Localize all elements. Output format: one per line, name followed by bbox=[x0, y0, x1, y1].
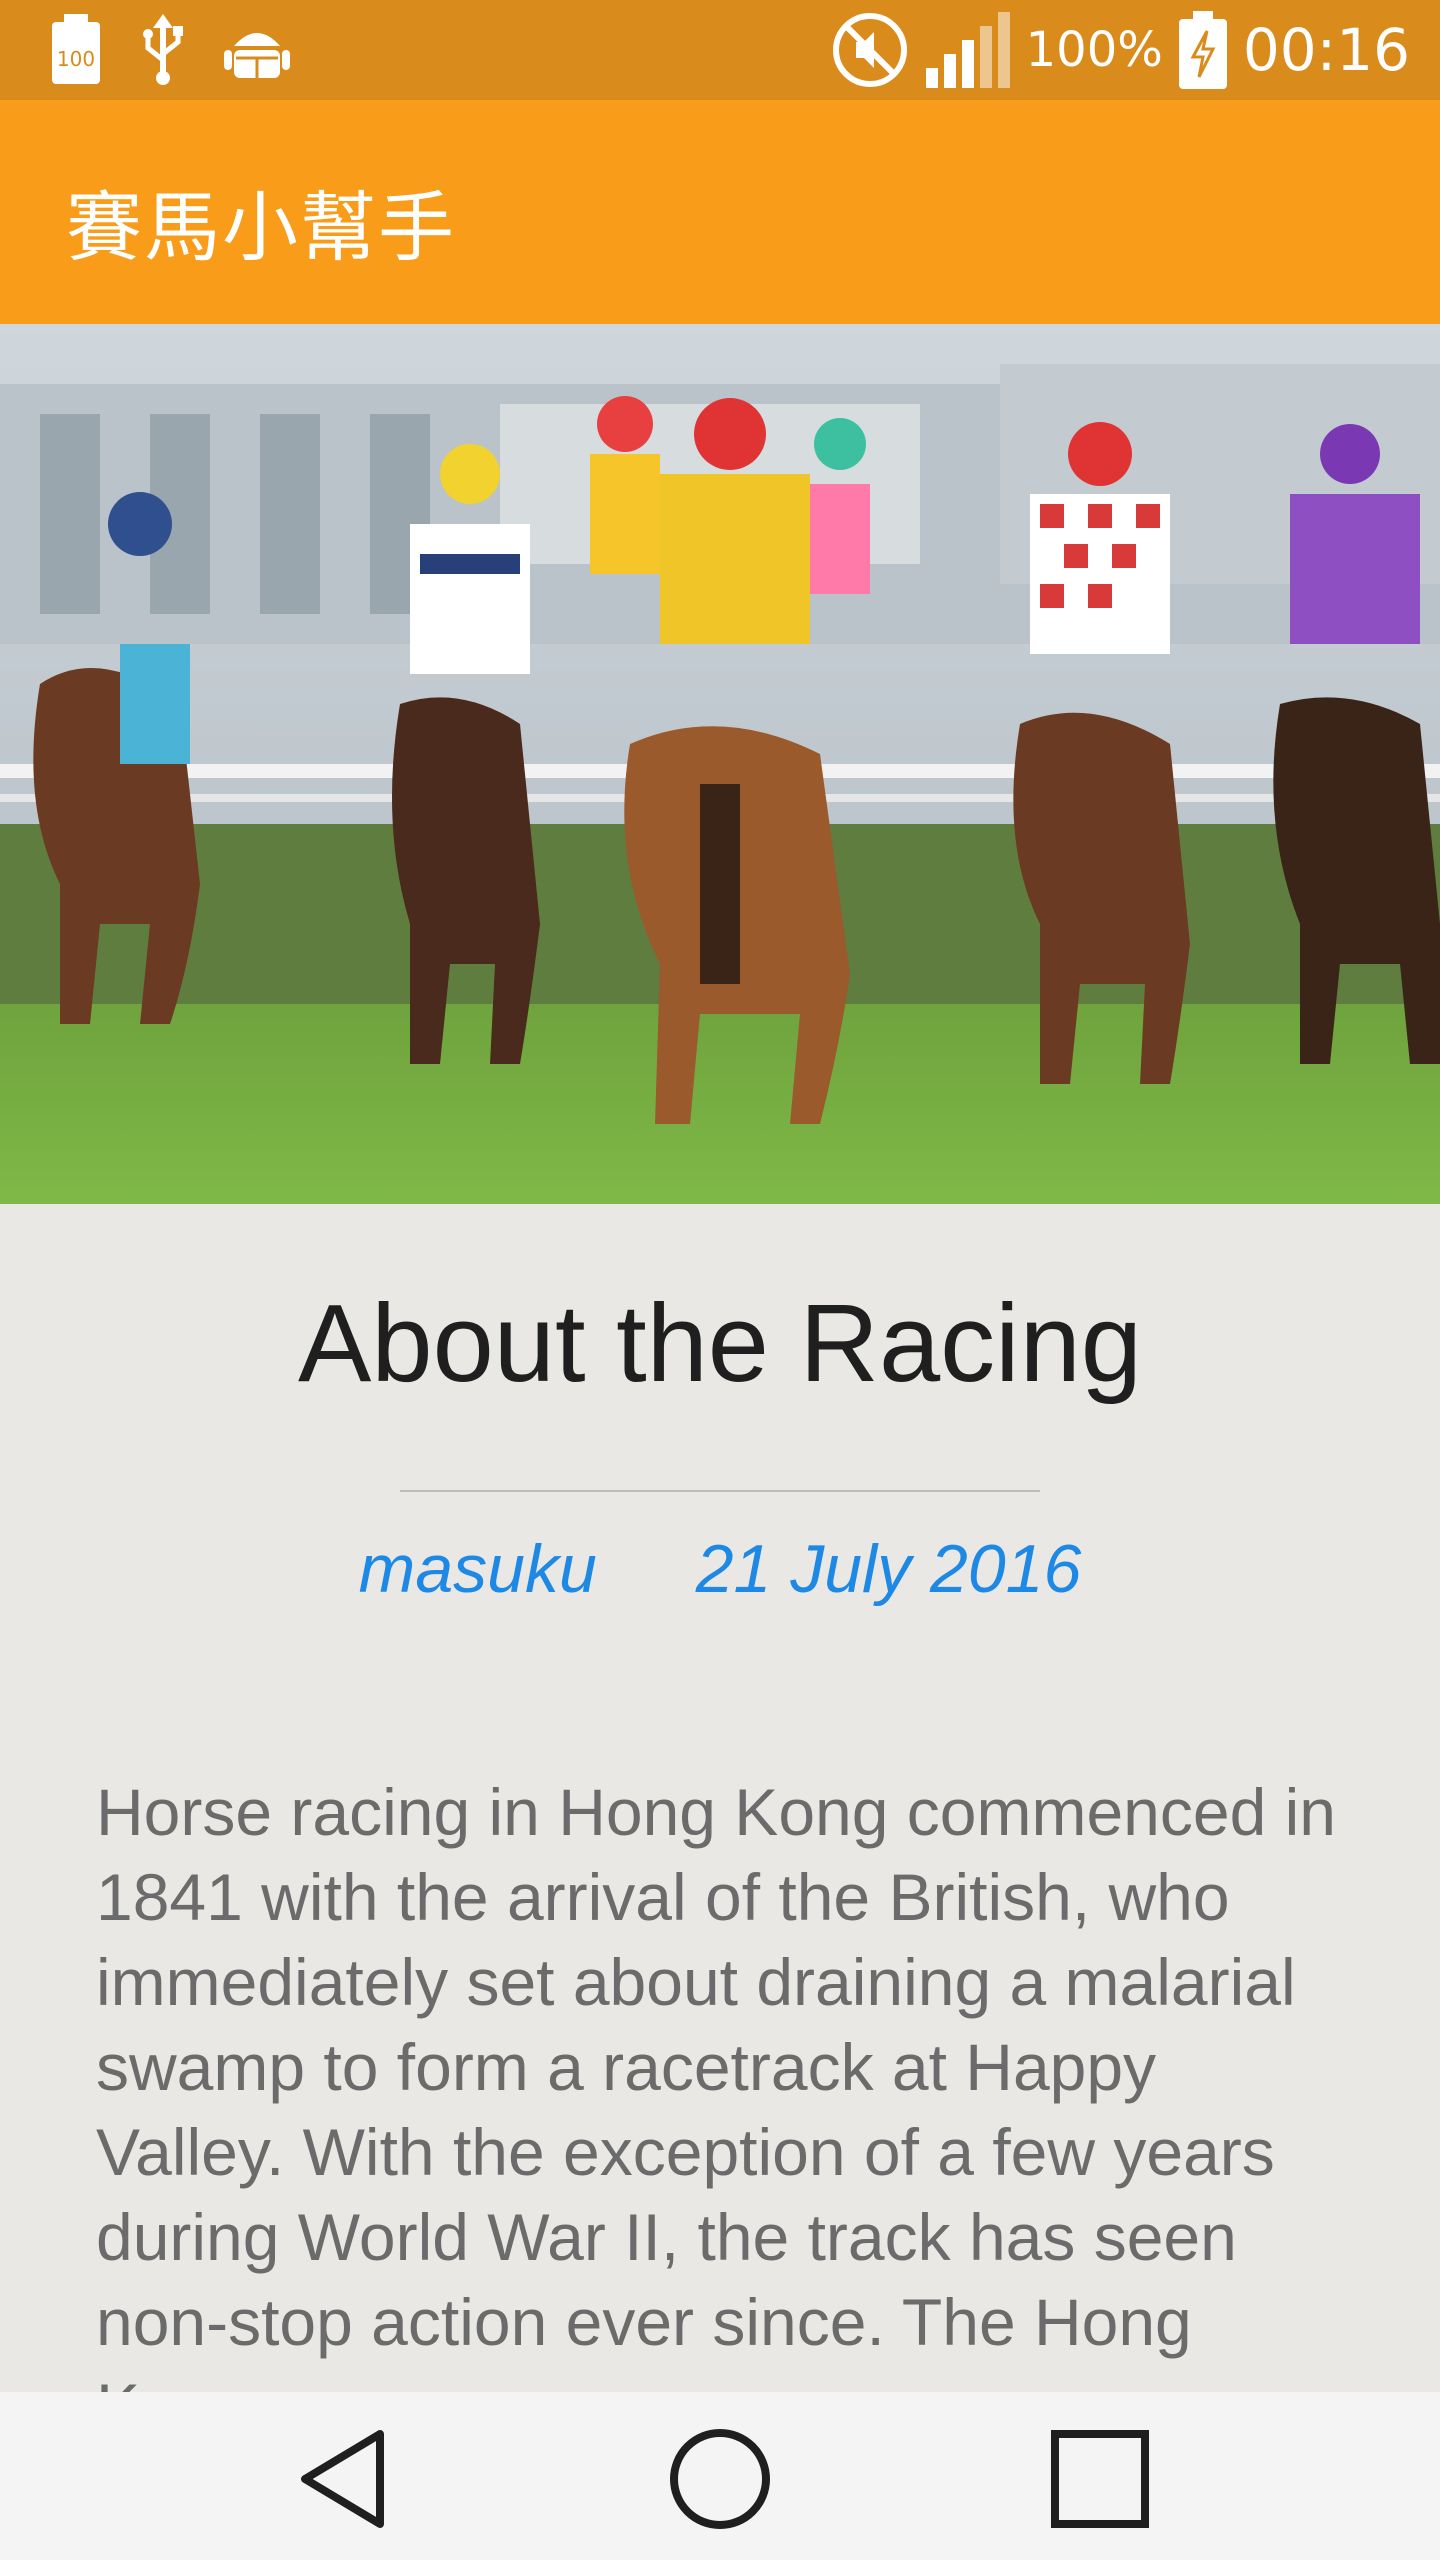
navigation-bar bbox=[0, 2392, 1440, 2560]
title-divider bbox=[400, 1490, 1040, 1492]
android-debug-icon bbox=[224, 33, 290, 78]
home-icon[interactable] bbox=[665, 2424, 775, 2534]
hero-image bbox=[0, 324, 1440, 1204]
mute-icon bbox=[832, 13, 907, 87]
article-body: Horse racing in Hong Kong commenced in 1… bbox=[96, 1775, 1336, 2444]
recents-icon[interactable] bbox=[1045, 2424, 1155, 2534]
horse-racing-photo bbox=[0, 324, 1440, 1204]
battery-100-icon: 100 bbox=[52, 14, 100, 84]
clock: 00:16 bbox=[1242, 16, 1410, 84]
signal-icon bbox=[925, 12, 1010, 88]
battery-percent: 100% bbox=[1025, 22, 1163, 78]
battery-charging-icon bbox=[1178, 11, 1227, 89]
article-title: About the Racing bbox=[298, 1282, 1142, 1405]
status-left-icons: 100 bbox=[50, 14, 290, 86]
svg-text:100: 100 bbox=[57, 47, 95, 71]
app-title: 賽馬小幫手 bbox=[66, 183, 456, 272]
author-link[interactable]: masuku bbox=[359, 1531, 597, 1607]
status-right-icons: 100% 00:16 bbox=[830, 8, 1410, 92]
back-icon[interactable] bbox=[290, 2424, 400, 2534]
status-bar: 100 100% 00:16 bbox=[0, 0, 1440, 100]
publish-date: 21 July 2016 bbox=[695, 1531, 1082, 1607]
app-bar: 賽馬小幫手 bbox=[0, 100, 1440, 324]
usb-icon bbox=[143, 14, 183, 85]
article-meta: masuku 21 July 2016 bbox=[0, 1530, 1440, 1608]
